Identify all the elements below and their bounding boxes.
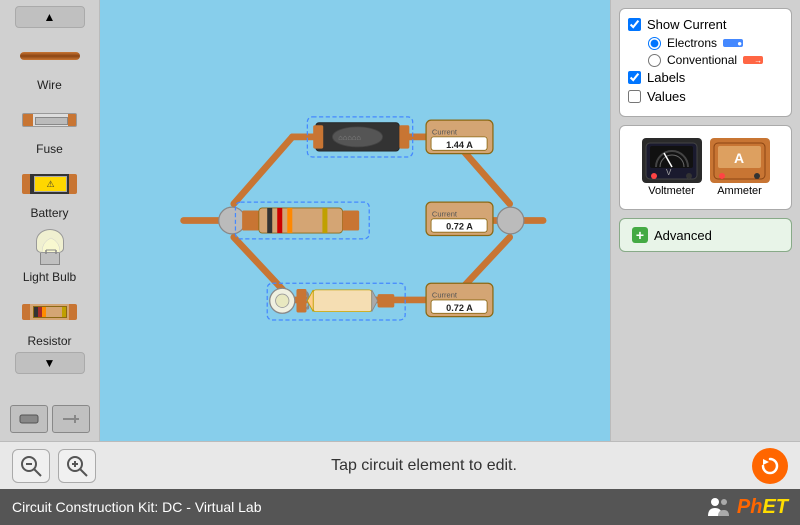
wire-tool-button[interactable] [52, 405, 90, 433]
battery-icon: ⚠ [22, 174, 77, 194]
voltmeter-icon: V [642, 138, 702, 183]
svg-text:Current: Current [432, 209, 458, 218]
zoom-out-icon [19, 454, 43, 478]
conventional-arrow-icon: → [743, 56, 763, 64]
wire-icon [20, 52, 80, 60]
conventional-row: Conventional → [648, 53, 783, 67]
app-title: Circuit Construction Kit: DC - Virtual L… [12, 499, 262, 515]
scroll-up-button[interactable]: ▲ [15, 6, 85, 28]
svg-text:1.44 A: 1.44 A [446, 140, 473, 150]
battery-icon-container: ⚠ [15, 164, 85, 204]
show-current-label: Show Current [647, 17, 726, 32]
light-bulb-label: Light Bulb [23, 270, 76, 284]
conventional-label: Conventional [667, 53, 737, 67]
values-row: Values [628, 89, 783, 104]
canvas-area[interactable]: ⌂⌂⌂⌂⌂ Current 1.44 A [100, 0, 610, 441]
advanced-button[interactable]: + Advanced [619, 218, 792, 252]
scroll-down-button[interactable]: ▼ [15, 352, 85, 374]
electrons-row: Electrons ● [648, 36, 783, 50]
values-checkbox[interactable] [628, 90, 641, 103]
svg-text:Current: Current [432, 290, 458, 299]
svg-text:Current: Current [432, 127, 458, 136]
phet-text: PhET [737, 496, 788, 519]
current-type-group: Electrons ● Conventional → [648, 36, 783, 67]
sidebar-item-fuse[interactable]: Fuse [5, 94, 95, 158]
bottom-bar: Tap circuit element to edit. [0, 441, 800, 489]
fuse-label: Fuse [36, 142, 63, 156]
select-tool-icon [19, 411, 39, 427]
fuse-icon [22, 113, 77, 127]
bulb-top [36, 229, 64, 253]
resistor-icon-container [15, 292, 85, 332]
electrons-label: Electrons [667, 36, 717, 50]
main-area: ▲ Wire Fuse ⚠ [0, 0, 800, 441]
sidebar: ▲ Wire Fuse ⚠ [0, 0, 100, 441]
svg-text:0.72 A: 0.72 A [446, 303, 473, 313]
select-tool-button[interactable] [10, 405, 48, 433]
wire-tool-icon [61, 411, 81, 427]
resistor-label: Resistor [27, 334, 71, 348]
title-bar: Circuit Construction Kit: DC - Virtual L… [0, 489, 800, 525]
sidebar-item-battery[interactable]: ⚠ Battery [5, 158, 95, 222]
labels-label: Labels [647, 70, 685, 85]
conventional-radio[interactable] [648, 54, 661, 67]
resistor-body [33, 306, 67, 318]
show-current-checkbox[interactable] [628, 18, 641, 31]
wire-icon-container [15, 36, 85, 76]
ammeter-instrument[interactable]: A Ammeter [710, 138, 770, 197]
phet-logo: PhET [707, 496, 788, 519]
svg-text:⌂⌂⌂⌂⌂: ⌂⌂⌂⌂⌂ [338, 133, 361, 142]
voltmeter-label: Voltmeter [648, 185, 694, 197]
voltmeter-instrument[interactable]: V Voltmeter [642, 138, 702, 197]
status-text: Tap circuit element to edit. [104, 457, 744, 475]
ammeter-icon: A [710, 138, 770, 183]
people-icon [707, 496, 729, 518]
light-bulb-icon [32, 229, 67, 267]
battery-warning-icon: ⚠ [34, 176, 67, 192]
svg-text:0.72 A: 0.72 A [446, 222, 473, 232]
show-current-row: Show Current [628, 17, 783, 32]
sidebar-item-light-bulb[interactable]: Light Bulb [5, 222, 95, 286]
light-bulb-icon-container [15, 228, 85, 268]
wire-label: Wire [37, 78, 62, 92]
sidebar-item-wire[interactable]: Wire [5, 30, 95, 94]
svg-text:V: V [666, 168, 672, 177]
electron-arrow-icon: ● [723, 39, 743, 47]
zoom-out-button[interactable] [12, 449, 50, 483]
app: ▲ Wire Fuse ⚠ [0, 0, 800, 525]
electrons-radio[interactable] [648, 37, 661, 50]
refresh-button[interactable] [752, 448, 788, 484]
values-label: Values [647, 89, 686, 104]
plus-icon: + [632, 227, 648, 243]
ammeter-label: Ammeter [717, 185, 762, 197]
chevron-down-icon: ▼ [44, 356, 56, 370]
advanced-label: Advanced [654, 228, 712, 243]
chevron-up-icon: ▲ [44, 10, 56, 24]
labels-checkbox[interactable] [628, 71, 641, 84]
resistor-icon [22, 304, 77, 320]
fuse-icon-container [15, 100, 85, 140]
right-panel: Show Current Electrons ● Conventional → [610, 0, 800, 441]
instruments-box: V Voltmeter [619, 125, 792, 210]
zoom-in-button[interactable] [58, 449, 96, 483]
refresh-icon [760, 456, 780, 476]
current-controls-box: Show Current Electrons ● Conventional → [619, 8, 792, 117]
labels-row: Labels [628, 70, 783, 85]
sidebar-item-resistor[interactable]: Resistor [5, 286, 95, 350]
resistor-band-gap [46, 307, 62, 317]
instruments-row: V Voltmeter [628, 134, 783, 201]
battery-label: Battery [30, 206, 68, 220]
zoom-in-icon [65, 454, 89, 478]
svg-text:A: A [734, 150, 744, 166]
circuit-diagram: ⌂⌂⌂⌂⌂ Current 1.44 A [100, 0, 610, 441]
resistor-band-4 [62, 307, 66, 317]
sidebar-tools [6, 401, 94, 437]
